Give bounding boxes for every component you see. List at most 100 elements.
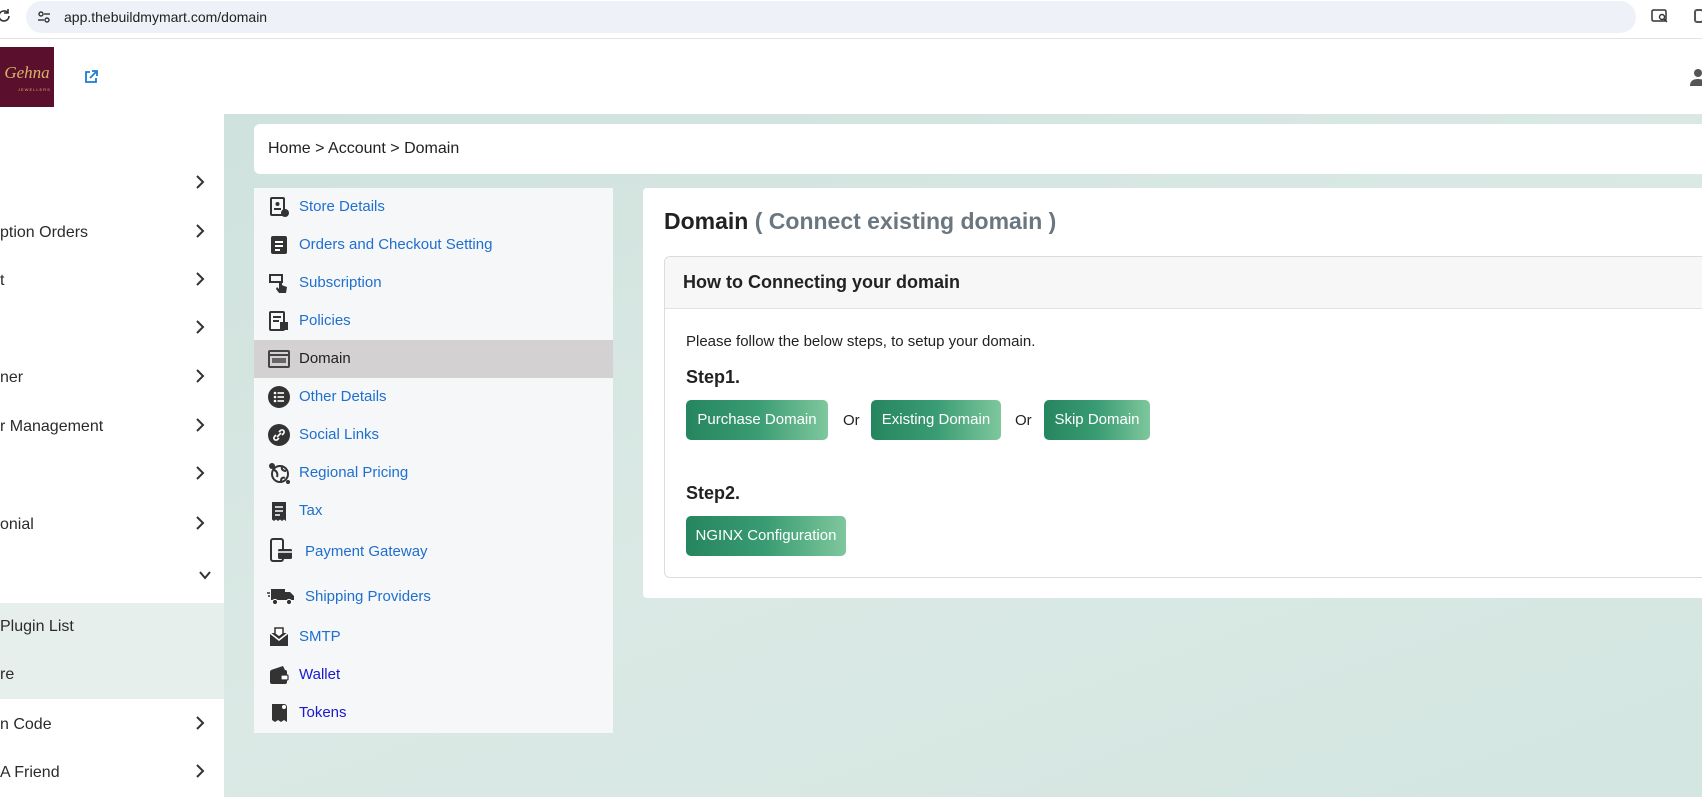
- sidebar-item-plugins[interactable]: [0, 555, 224, 599]
- menu-item-label: SMTP: [299, 628, 341, 645]
- sidebar-item-refer-friend[interactable]: A Friend: [0, 751, 224, 795]
- sidebar-item-5[interactable]: ner: [0, 356, 224, 400]
- user-icon[interactable]: [1690, 68, 1702, 86]
- menu-item-subscription[interactable]: Subscription: [254, 264, 613, 302]
- chevron-right-icon: [196, 466, 205, 480]
- nginx-configuration-button[interactable]: NGINX Configuration: [686, 516, 846, 556]
- sidebar-subitem-label: re: [0, 666, 15, 683]
- menu-item-tax[interactable]: Tax: [254, 492, 613, 530]
- skip-domain-button[interactable]: Skip Domain: [1044, 400, 1150, 440]
- sidebar-item-label: r Management: [0, 418, 104, 435]
- subscription-icon: [269, 274, 287, 293]
- sidebar-subitem-store[interactable]: re: [0, 651, 224, 699]
- menu-item-label: Policies: [299, 312, 351, 329]
- logo-subtext: JEWELLERS: [18, 87, 51, 92]
- menu-item-shipping-providers[interactable]: Shipping Providers: [254, 574, 613, 618]
- existing-domain-button[interactable]: Existing Domain: [871, 400, 1001, 440]
- payment-icon: [270, 538, 292, 562]
- chevron-down-icon: [199, 571, 211, 580]
- sidebar-subitem-label: Plugin List: [0, 618, 74, 635]
- orders-icon: [271, 236, 287, 254]
- chevron-right-icon: [196, 764, 205, 778]
- address-bar[interactable]: app.thebuildmymart.com/domain: [26, 1, 1636, 33]
- truck-icon: [267, 589, 294, 606]
- menu-item-label: Wallet: [299, 666, 341, 683]
- menu-item-smtp[interactable]: SMTP: [254, 618, 613, 656]
- menu-item-orders-checkout[interactable]: Orders and Checkout Setting: [254, 226, 613, 264]
- menu-item-label: Other Details: [299, 388, 387, 405]
- main-content: Home > Account > Domain Store Details Or…: [224, 114, 1702, 797]
- menu-item-label: Subscription: [299, 274, 382, 291]
- chevron-right-icon: [196, 716, 205, 730]
- site-info-icon[interactable]: [36, 9, 52, 25]
- instructions-text: Please follow the below steps, to setup …: [686, 333, 1036, 350]
- card-title: How to Connecting your domain: [683, 272, 960, 292]
- store-details-icon: [270, 197, 289, 217]
- app-header: Gehna JEWELLERS: [0, 40, 1702, 114]
- card-header: How to Connecting your domain: [665, 257, 1702, 309]
- chevron-right-icon: [196, 369, 205, 383]
- link-icon: [268, 424, 290, 446]
- domain-icon: [268, 350, 290, 368]
- menu-item-tokens[interactable]: Tokens: [254, 694, 613, 732]
- menu-item-label: Tokens: [299, 704, 347, 721]
- page-title-sub: ( Connect existing domain ): [754, 208, 1057, 234]
- menu-item-label: Domain: [299, 350, 351, 367]
- breadcrumb-text[interactable]: Home > Account > Domain: [268, 140, 459, 158]
- menu-item-label: Payment Gateway: [305, 543, 428, 560]
- menu-item-label: Tax: [299, 502, 323, 519]
- sidebar-item-3[interactable]: t: [0, 259, 224, 303]
- sidebar-item-subscription-orders[interactable]: ption Orders: [0, 211, 224, 255]
- policies-icon: [269, 311, 288, 331]
- extension-icon[interactable]: [1694, 9, 1702, 23]
- menu-item-policies[interactable]: Policies: [254, 302, 613, 340]
- logo-text: Gehna: [4, 63, 50, 82]
- step1-label: Step1.: [686, 367, 741, 387]
- store-logo[interactable]: Gehna JEWELLERS: [0, 47, 54, 107]
- or-separator: Or: [843, 412, 860, 429]
- menu-item-wallet[interactable]: Wallet: [254, 656, 613, 694]
- receipt-icon: [272, 502, 286, 521]
- chevron-right-icon: [196, 224, 205, 238]
- globe-icon: [269, 463, 290, 484]
- sidebar-item-7[interactable]: [0, 453, 224, 497]
- domain-panel: Domain ( Connect existing domain ) How t…: [643, 188, 1702, 598]
- chevron-right-icon: [196, 418, 205, 432]
- menu-item-label: Regional Pricing: [299, 464, 409, 481]
- url-text[interactable]: app.thebuildmymart.com/domain: [64, 9, 267, 25]
- page-title-main: Domain: [664, 208, 749, 234]
- menu-item-payment-gateway[interactable]: Payment Gateway: [254, 530, 613, 574]
- chevron-right-icon: [196, 272, 205, 286]
- chevron-right-icon: [196, 175, 205, 189]
- purchase-domain-button[interactable]: Purchase Domain: [686, 400, 828, 440]
- sidebar-item-4[interactable]: [0, 307, 224, 351]
- token-icon: [272, 704, 287, 722]
- sidebar-item-label: A Friend: [0, 764, 60, 781]
- menu-item-social-links[interactable]: Social Links: [254, 416, 613, 454]
- menu-item-label: Social Links: [299, 426, 380, 443]
- list-icon: [268, 386, 290, 408]
- menu-item-label: Store Details: [299, 198, 385, 215]
- sidebar-item-management[interactable]: r Management: [0, 405, 224, 449]
- menu-item-regional-pricing[interactable]: Regional Pricing: [254, 454, 613, 492]
- domain-steps-card: How to Connecting your domain Please fol…: [664, 256, 1702, 578]
- external-link-icon[interactable]: [83, 69, 99, 85]
- settings-menu: Store Details Orders and Checkout Settin…: [254, 188, 613, 733]
- sidebar-item-code[interactable]: n Code: [0, 703, 224, 747]
- menu-item-label: Shipping Providers: [305, 588, 431, 605]
- sidebar-item-label: ner: [0, 369, 24, 386]
- sidebar-item-1[interactable]: [0, 162, 224, 206]
- menu-item-other-details[interactable]: Other Details: [254, 378, 613, 416]
- sidebar-subitem-plugin-list[interactable]: Plugin List: [0, 603, 224, 651]
- menu-item-store-details[interactable]: Store Details: [254, 188, 613, 226]
- sidebar-item-testimonial[interactable]: onial: [0, 503, 224, 547]
- sidebar-item-label: n Code: [0, 716, 52, 733]
- chevron-right-icon: [196, 320, 205, 334]
- or-separator: Or: [1015, 412, 1032, 429]
- menu-item-domain[interactable]: Domain: [254, 340, 613, 378]
- reload-icon[interactable]: [0, 8, 12, 24]
- wallet-icon: [270, 666, 289, 684]
- sidebar-item-label: ption Orders: [0, 224, 89, 241]
- browser-toolbar: app.thebuildmymart.com/domain: [0, 0, 1702, 39]
- lens-icon[interactable]: [1651, 8, 1669, 24]
